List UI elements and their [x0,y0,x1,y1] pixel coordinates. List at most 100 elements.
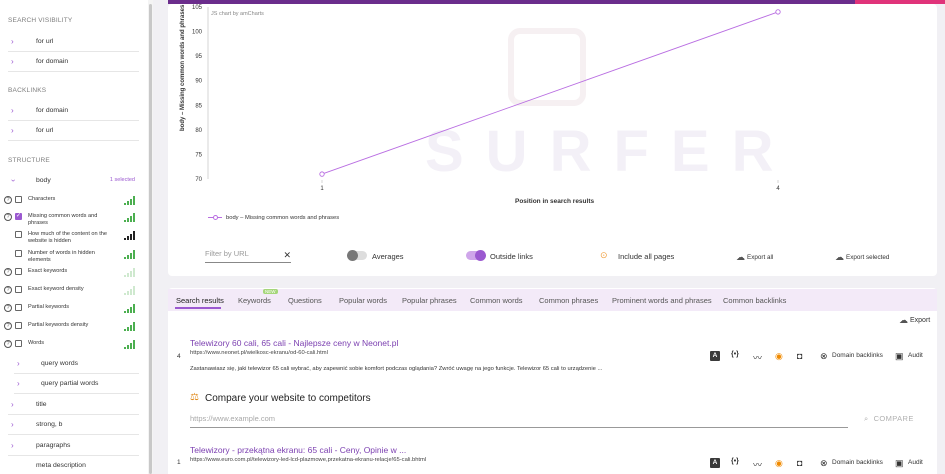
text-icon[interactable]: A [710,458,720,468]
code-icon[interactable]: {•} [731,458,739,465]
checkbox-checked[interactable] [15,212,22,220]
tab-questions[interactable]: Questions [288,296,322,305]
eye-icon[interactable]: ◉ [775,458,783,469]
sidebar-item-strong-b[interactable]: › strong, b [8,415,139,435]
chart-credit[interactable]: JS chart by amCharts [211,11,264,17]
sidebar-item-title[interactable]: › title [8,395,139,415]
result-title-link[interactable]: Telewizory - przekątna ekranu: 65 cali -… [190,445,406,455]
signal-bars-icon [124,196,135,205]
checkbox[interactable] [15,340,22,347]
checkbox[interactable] [15,196,22,203]
help-icon[interactable]: ? [4,304,12,312]
tab-common-words[interactable]: Common words [470,296,523,305]
tab-prominent-words-phrases[interactable]: Prominent words and phrases [612,296,712,305]
export-all-button[interactable]: ☁ Export all [736,252,773,263]
backlinks-icon[interactable]: ⊗ [820,351,828,362]
chevron-right-icon: › [17,379,20,388]
signal-bars-icon [124,286,135,295]
export-button[interactable]: ☁ Export [899,315,930,326]
audit-icon[interactable]: ▣ [895,351,904,362]
backlinks-icon[interactable]: ⊗ [820,458,828,469]
checkbox[interactable] [15,231,22,238]
checkbox[interactable] [15,322,22,329]
clear-icon[interactable]: ✕ [283,250,291,261]
include-all-pages-icon[interactable]: ⊙ [600,250,608,261]
help-icon[interactable]: ? [4,340,12,348]
help-icon[interactable]: ? [4,196,12,204]
averages-toggle[interactable] [347,250,367,261]
sidebar-item-bl-for-url[interactable]: › for url [8,121,139,141]
section-title-structure: STRUCTURE [8,157,50,164]
checkbox[interactable] [15,268,22,275]
sidebar-item-label: body [36,177,51,184]
sidebar-item-sv-for-url[interactable]: › for url [8,32,139,52]
cloud-download-icon: ☁ [835,252,844,262]
sidebar-scrollbar[interactable] [148,0,153,474]
chevron-right-icon: › [11,37,14,46]
sidebar-item-meta-description[interactable]: meta description [8,456,139,474]
scale-icon: ⚖ [190,392,199,403]
eye-icon[interactable]: ◉ [775,351,783,362]
signal-bars-icon [124,250,135,259]
compare-url-field[interactable] [190,414,848,428]
domain-backlinks-button[interactable]: Domain backlinks [832,459,883,466]
sidebar-item-body[interactable]: › body 1 selected [8,171,139,191]
sidebar-item-paragraphs[interactable]: › paragraphs [8,436,139,456]
help-icon[interactable]: ? [4,286,12,294]
text-icon[interactable]: A [710,351,720,361]
checkbox[interactable] [15,304,22,311]
sidebar-item-label: strong, b [36,421,63,428]
filter-by-url[interactable]: ✕ [205,249,291,263]
help-icon[interactable]: ? [4,213,12,221]
sidebar-item-query-partial-words[interactable]: › query partial words [14,374,139,394]
export-label: Export [910,317,931,324]
metric-label: Number of words in hidden elements [28,250,95,263]
trend-icon[interactable]: 〰 [753,458,762,471]
scrollbar-thumb[interactable] [149,4,152,474]
signal-bars-icon [124,231,135,240]
sidebar-item-label: for domain [36,107,69,114]
export-selected-button[interactable]: ☁ Export selected [835,252,889,263]
tab-popular-words[interactable]: Popular words [339,296,387,305]
compare-button[interactable]: ⌕ COMPARE [864,414,914,424]
filter-url-input[interactable] [205,249,279,258]
result-url[interactable]: https://www.neonet.pl/wielkosc-ekranu/od… [190,350,328,356]
chart-legend[interactable]: body – Missing common words and phrases [208,214,339,221]
include-all-pages-label[interactable]: Include all pages [618,252,674,261]
tab-search-results[interactable]: Search results [176,296,224,305]
compare-url-input[interactable] [190,414,848,423]
metric-label: Partial keywords [28,304,70,310]
tab-common-phrases[interactable]: Common phrases [539,296,598,305]
tab-popular-phrases[interactable]: Popular phrases [402,296,457,305]
checkbox[interactable] [15,286,22,293]
camera-icon[interactable]: ◘ [797,458,802,468]
sidebar-item-label: meta description [36,462,86,469]
audit-button[interactable]: Audit [908,459,923,466]
help-icon[interactable]: ? [4,268,12,276]
audit-icon[interactable]: ▣ [895,458,904,469]
signal-bars-icon [124,322,135,331]
sidebar-item-label: for domain [36,58,69,65]
code-icon[interactable]: {•} [731,351,739,358]
tab-common-backlinks[interactable]: Common backlinks [723,296,786,305]
domain-backlinks-button[interactable]: Domain backlinks [832,352,883,359]
selected-count: 1 selected [109,177,135,183]
signal-bars-icon [124,340,135,349]
audit-button[interactable]: Audit [908,352,923,359]
metric-label: Exact keyword density [28,286,84,292]
result-actions: A {•} 〰 ◉ ◘ ⊗ Domain backlinks ▣ Audit [709,458,934,470]
sidebar-item-label: for url [36,38,54,45]
camera-icon[interactable]: ◘ [797,351,802,361]
sidebar-item-bl-for-domain[interactable]: › for domain [8,101,139,121]
outside-links-toggle[interactable] [466,250,486,261]
result-title-link[interactable]: Telewizory 60 cali, 65 cali - Najlepsze … [190,338,398,348]
checkbox[interactable] [15,250,22,257]
sidebar-item-label: query partial words [41,380,99,387]
result-url[interactable]: https://www.euro.com.pl/telewizory-led-l… [190,457,426,463]
sidebar-item-query-words[interactable]: › query words [14,354,139,374]
sidebar-item-sv-for-domain[interactable]: › for domain [8,52,139,72]
trend-icon[interactable]: 〰 [753,351,762,364]
tab-keywords[interactable]: Keywords [238,296,271,305]
help-icon[interactable]: ? [4,322,12,330]
y-axis-label: body – Missing common words and phrases [180,4,186,131]
